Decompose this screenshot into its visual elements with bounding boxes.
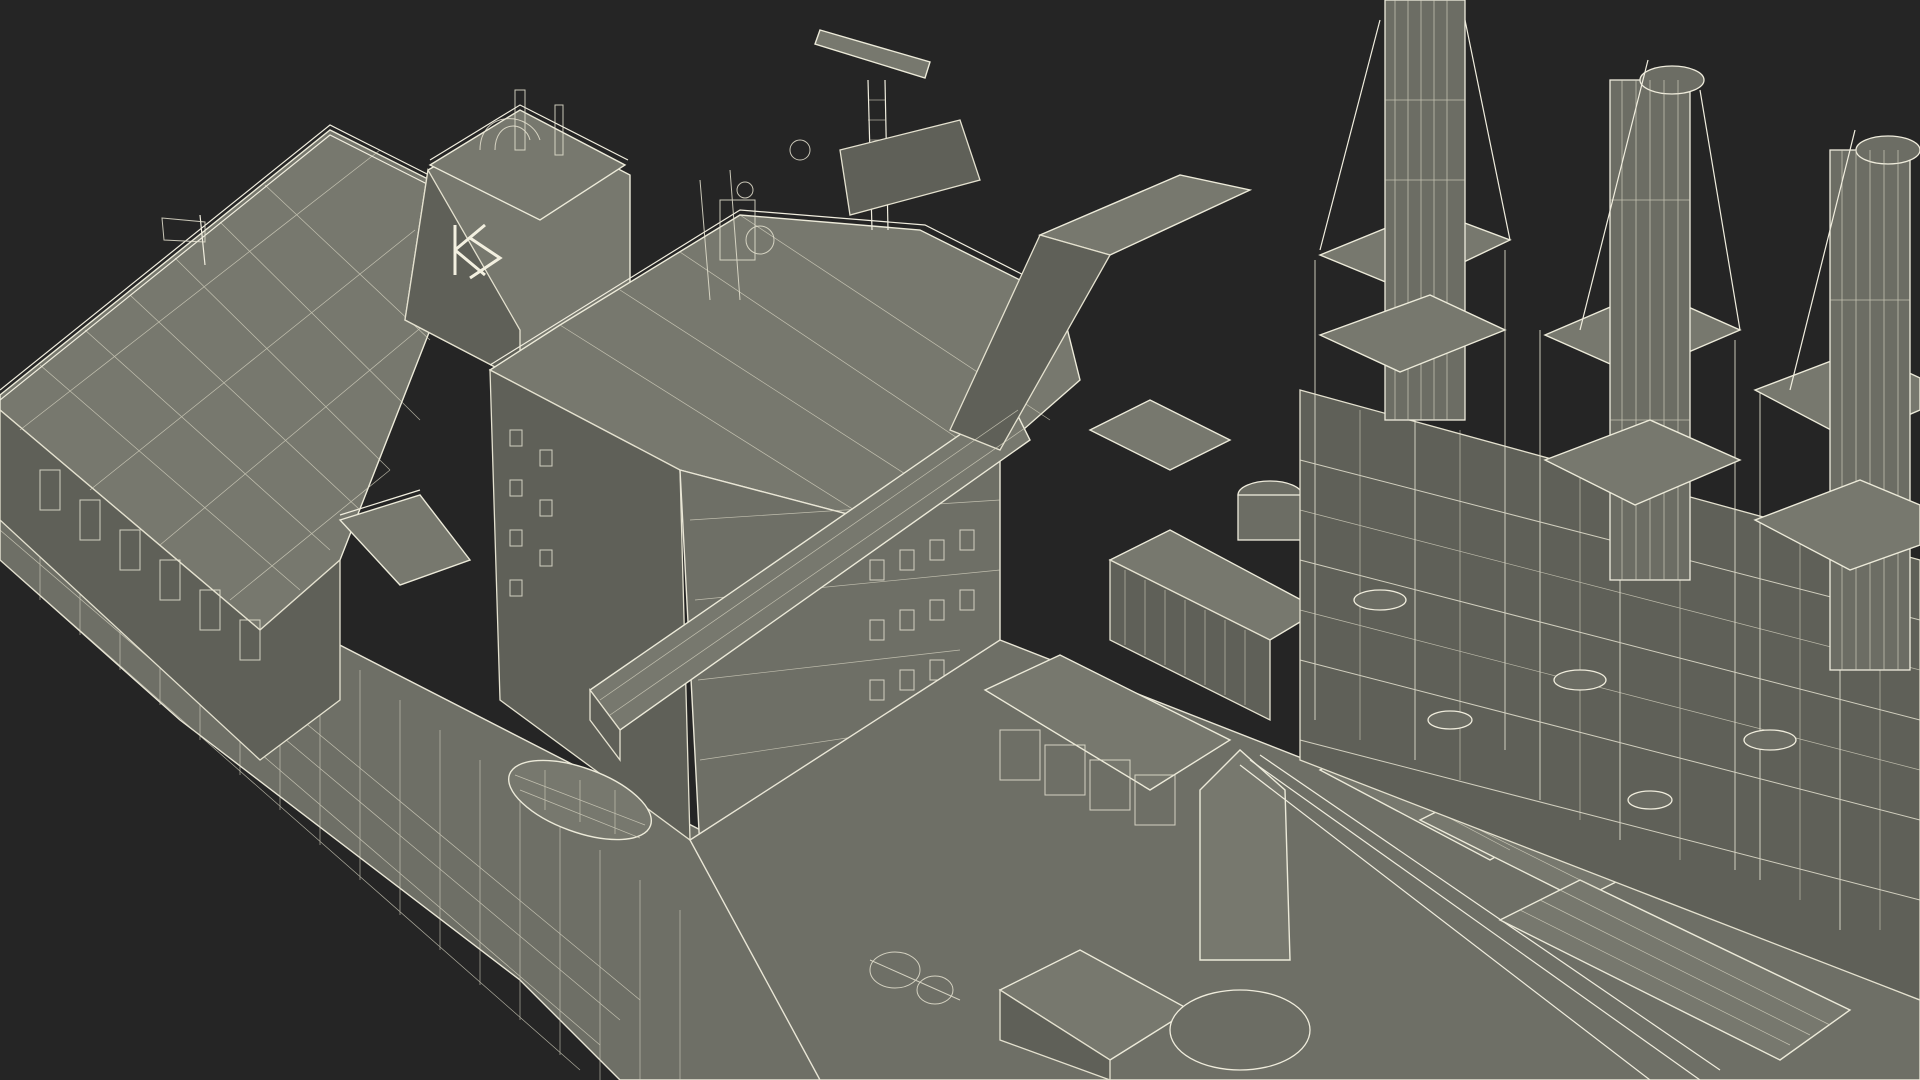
3d-viewport	[0, 0, 1920, 1080]
ship-wireframe-render	[0, 0, 1920, 1080]
exhaust-stack-1	[1318, 0, 1512, 421]
